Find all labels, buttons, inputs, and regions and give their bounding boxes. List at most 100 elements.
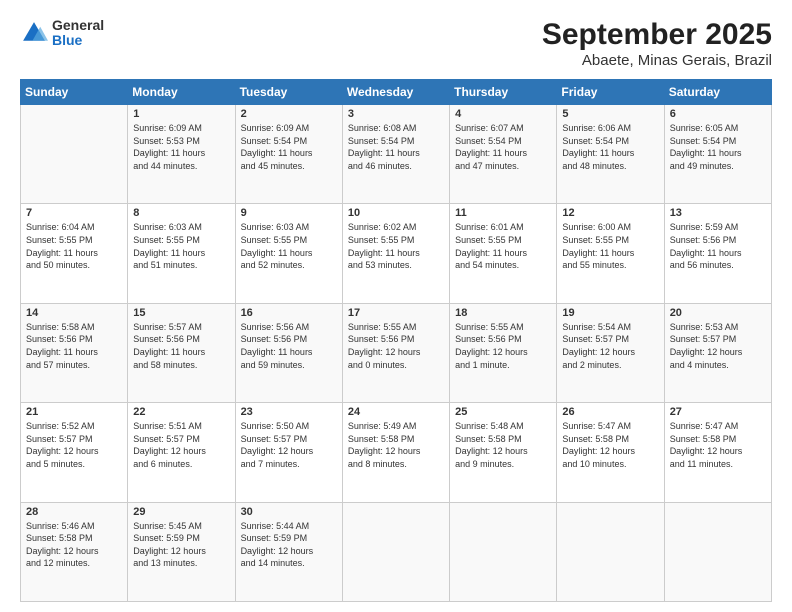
calendar-cell: 3 Sunrise: 6:08 AMSunset: 5:54 PMDaylight…	[342, 105, 449, 204]
cell-info: Sunrise: 6:04 AMSunset: 5:55 PMDaylight:…	[26, 221, 122, 271]
calendar-cell	[342, 502, 449, 601]
cell-info: Sunrise: 5:55 AMSunset: 5:56 PMDaylight:…	[455, 321, 551, 371]
calendar-week-5: 28 Sunrise: 5:46 AMSunset: 5:58 PMDayligh…	[21, 502, 772, 601]
cell-info: Sunrise: 5:57 AMSunset: 5:56 PMDaylight:…	[133, 321, 229, 371]
day-number: 3	[348, 108, 444, 120]
cell-info: Sunrise: 6:00 AMSunset: 5:55 PMDaylight:…	[562, 221, 658, 271]
calendar-cell: 10 Sunrise: 6:02 AMSunset: 5:55 PMDayligh…	[342, 204, 449, 303]
calendar-cell: 15 Sunrise: 5:57 AMSunset: 5:56 PMDayligh…	[128, 303, 235, 402]
logo-blue-text: Blue	[52, 33, 104, 48]
col-wednesday: Wednesday	[342, 80, 449, 105]
calendar-week-3: 14Sunrise: 5:58 AMSunset: 5:56 PMDayligh…	[21, 303, 772, 402]
calendar-cell	[450, 502, 557, 601]
col-sunday: Sunday	[21, 80, 128, 105]
calendar-week-2: 7Sunrise: 6:04 AMSunset: 5:55 PMDaylight…	[21, 204, 772, 303]
cell-info: Sunrise: 5:49 AMSunset: 5:58 PMDaylight:…	[348, 420, 444, 470]
calendar-cell: 21 Sunrise: 5:52 AMSunset: 5:57 PMDayligh…	[21, 403, 128, 502]
cell-info: Sunrise: 6:06 AMSunset: 5:54 PMDaylight:…	[562, 122, 658, 172]
calendar-title: September 2025	[542, 18, 772, 52]
cell-info: Sunrise: 6:09 AMSunset: 5:54 PMDaylight:…	[241, 122, 337, 172]
calendar-cell: 25 Sunrise: 5:48 AMSunset: 5:58 PMDayligh…	[450, 403, 557, 502]
cell-info: Sunrise: 5:54 AMSunset: 5:57 PMDaylight:…	[562, 321, 658, 371]
day-number: 5	[562, 108, 658, 120]
col-tuesday: Tuesday	[235, 80, 342, 105]
calendar-subtitle: Abaete, Minas Gerais, Brazil	[542, 52, 772, 69]
calendar-cell: 30 Sunrise: 5:44 AMSunset: 5:59 PMDayligh…	[235, 502, 342, 601]
calendar-cell: 5 Sunrise: 6:06 AMSunset: 5:54 PMDaylight…	[557, 105, 664, 204]
cell-info: Sunrise: 6:02 AMSunset: 5:55 PMDaylight:…	[348, 221, 444, 271]
calendar-cell: 7Sunrise: 6:04 AMSunset: 5:55 PMDaylight…	[21, 204, 128, 303]
calendar-cell: 11 Sunrise: 6:01 AMSunset: 5:55 PMDayligh…	[450, 204, 557, 303]
calendar-cell: 26Sunrise: 5:47 AMSunset: 5:58 PMDayligh…	[557, 403, 664, 502]
day-number: 30	[241, 506, 337, 518]
day-number: 14	[26, 307, 122, 319]
calendar-cell: 2 Sunrise: 6:09 AMSunset: 5:54 PMDaylight…	[235, 105, 342, 204]
calendar-cell: 1 Sunrise: 6:09 AMSunset: 5:53 PMDaylight…	[128, 105, 235, 204]
cell-info: Sunrise: 5:45 AMSunset: 5:59 PMDaylight:…	[133, 520, 229, 570]
cell-info: Sunrise: 5:48 AMSunset: 5:58 PMDaylight:…	[455, 420, 551, 470]
day-number: 26	[562, 406, 658, 418]
cell-info: Sunrise: 5:59 AMSunset: 5:56 PMDaylight:…	[670, 221, 766, 271]
calendar-header-row: Sunday Monday Tuesday Wednesday Thursday…	[21, 80, 772, 105]
calendar-cell: 16 Sunrise: 5:56 AMSunset: 5:56 PMDayligh…	[235, 303, 342, 402]
title-block: September 2025 Abaete, Minas Gerais, Bra…	[542, 18, 772, 69]
cell-info: Sunrise: 5:46 AMSunset: 5:58 PMDaylight:…	[26, 520, 122, 570]
logo-icon	[20, 19, 48, 47]
cell-info: Sunrise: 6:07 AMSunset: 5:54 PMDaylight:…	[455, 122, 551, 172]
day-number: 18	[455, 307, 551, 319]
day-number: 8	[133, 207, 229, 219]
day-number: 17	[348, 307, 444, 319]
cell-info: Sunrise: 5:44 AMSunset: 5:59 PMDaylight:…	[241, 520, 337, 570]
calendar-cell: 13 Sunrise: 5:59 AMSunset: 5:56 PMDayligh…	[664, 204, 771, 303]
calendar-cell: 23Sunrise: 5:50 AMSunset: 5:57 PMDayligh…	[235, 403, 342, 502]
day-number: 11	[455, 207, 551, 219]
day-number: 1	[133, 108, 229, 120]
header: General Blue September 2025 Abaete, Mina…	[20, 18, 772, 69]
col-monday: Monday	[128, 80, 235, 105]
col-thursday: Thursday	[450, 80, 557, 105]
cell-info: Sunrise: 6:01 AMSunset: 5:55 PMDaylight:…	[455, 221, 551, 271]
calendar-cell: 27Sunrise: 5:47 AMSunset: 5:58 PMDayligh…	[664, 403, 771, 502]
calendar-cell: 17 Sunrise: 5:55 AMSunset: 5:56 PMDayligh…	[342, 303, 449, 402]
cell-info: Sunrise: 6:08 AMSunset: 5:54 PMDaylight:…	[348, 122, 444, 172]
day-number: 20	[670, 307, 766, 319]
day-number: 16	[241, 307, 337, 319]
day-number: 24	[348, 406, 444, 418]
day-number: 4	[455, 108, 551, 120]
calendar-cell: 28 Sunrise: 5:46 AMSunset: 5:58 PMDayligh…	[21, 502, 128, 601]
calendar-week-1: 1 Sunrise: 6:09 AMSunset: 5:53 PMDaylight…	[21, 105, 772, 204]
day-number: 10	[348, 207, 444, 219]
calendar-cell	[557, 502, 664, 601]
cell-info: Sunrise: 5:52 AMSunset: 5:57 PMDaylight:…	[26, 420, 122, 470]
day-number: 6	[670, 108, 766, 120]
day-number: 19	[562, 307, 658, 319]
calendar-cell: 18 Sunrise: 5:55 AMSunset: 5:56 PMDayligh…	[450, 303, 557, 402]
col-saturday: Saturday	[664, 80, 771, 105]
calendar-cell: 6 Sunrise: 6:05 AMSunset: 5:54 PMDaylight…	[664, 105, 771, 204]
logo: General Blue	[20, 18, 104, 49]
calendar-cell	[21, 105, 128, 204]
calendar-cell: 29Sunrise: 5:45 AMSunset: 5:59 PMDayligh…	[128, 502, 235, 601]
day-number: 13	[670, 207, 766, 219]
col-friday: Friday	[557, 80, 664, 105]
day-number: 21	[26, 406, 122, 418]
calendar-cell: 12Sunrise: 6:00 AMSunset: 5:55 PMDayligh…	[557, 204, 664, 303]
day-number: 25	[455, 406, 551, 418]
day-number: 27	[670, 406, 766, 418]
calendar-cell: 8Sunrise: 6:03 AMSunset: 5:55 PMDaylight…	[128, 204, 235, 303]
cell-info: Sunrise: 6:09 AMSunset: 5:53 PMDaylight:…	[133, 122, 229, 172]
cell-info: Sunrise: 6:03 AMSunset: 5:55 PMDaylight:…	[241, 221, 337, 271]
cell-info: Sunrise: 5:55 AMSunset: 5:56 PMDaylight:…	[348, 321, 444, 371]
cell-info: Sunrise: 5:56 AMSunset: 5:56 PMDaylight:…	[241, 321, 337, 371]
logo-text: General Blue	[52, 18, 104, 49]
day-number: 28	[26, 506, 122, 518]
calendar-cell: 14Sunrise: 5:58 AMSunset: 5:56 PMDayligh…	[21, 303, 128, 402]
logo-general-text: General	[52, 18, 104, 33]
day-number: 23	[241, 406, 337, 418]
cell-info: Sunrise: 5:53 AMSunset: 5:57 PMDaylight:…	[670, 321, 766, 371]
cell-info: Sunrise: 6:05 AMSunset: 5:54 PMDaylight:…	[670, 122, 766, 172]
day-number: 15	[133, 307, 229, 319]
page: General Blue September 2025 Abaete, Mina…	[0, 0, 792, 612]
calendar-cell: 24 Sunrise: 5:49 AMSunset: 5:58 PMDayligh…	[342, 403, 449, 502]
day-number: 2	[241, 108, 337, 120]
